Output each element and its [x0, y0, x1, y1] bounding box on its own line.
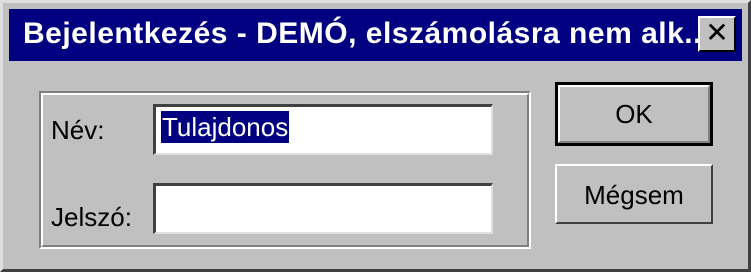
close-icon: ✕ [705, 16, 729, 49]
name-label: Név: [51, 115, 105, 145]
name-field-value: Tulajdonos [161, 111, 290, 143]
ok-button-label: OK [615, 99, 653, 129]
password-label: Jelszó: [51, 202, 132, 232]
cancel-button[interactable]: Mégsem [555, 164, 713, 224]
name-field[interactable]: Tulajdonos [153, 104, 493, 155]
close-button[interactable]: ✕ [698, 16, 736, 52]
window-title: Bejelentkezés - DEMÓ, elszámolásra nem a… [23, 17, 711, 50]
cancel-button-label: Mégsem [584, 180, 684, 210]
login-dialog: Bejelentkezés - DEMÓ, elszámolásra nem a… [0, 0, 751, 272]
password-field[interactable] [153, 183, 493, 234]
ok-button[interactable]: OK [555, 82, 713, 146]
title-bar[interactable]: Bejelentkezés - DEMÓ, elszámolásra nem a… [9, 9, 742, 61]
